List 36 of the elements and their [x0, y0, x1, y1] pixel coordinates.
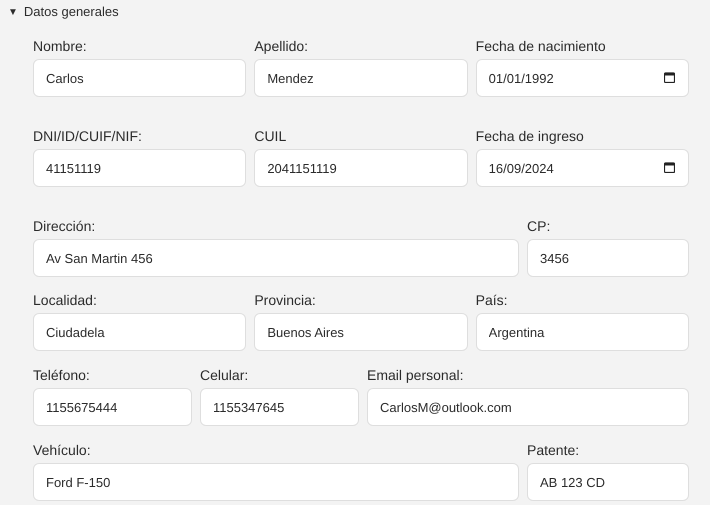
- field-label: CP:: [527, 217, 550, 236]
- field-label: Email personal:: [367, 366, 464, 385]
- field-label: Fecha de nacimiento: [476, 37, 606, 56]
- field-label: Fecha de ingreso: [476, 127, 584, 146]
- field-label: Vehículo:: [33, 441, 91, 460]
- section-title[interactable]: Datos generales: [24, 2, 119, 22]
- input-field[interactable]: Carlos: [33, 59, 246, 97]
- field-label: Localidad:: [33, 291, 97, 310]
- input-field[interactable]: 41151119: [33, 149, 246, 187]
- input-field[interactable]: AB 123 CD: [527, 463, 689, 501]
- field-label: Nombre:: [33, 37, 87, 56]
- field-label: CUIL: [254, 127, 286, 146]
- input-field[interactable]: Ford F-150: [33, 463, 519, 501]
- input-field[interactable]: Av San Martin 456: [33, 239, 519, 277]
- field-label: Teléfono:: [33, 366, 90, 385]
- input-field[interactable]: 1155347645: [200, 388, 359, 426]
- input-field[interactable]: 3456: [527, 239, 689, 277]
- field-label: Celular:: [200, 366, 248, 385]
- calendar-icon[interactable]: [664, 72, 675, 83]
- input-field[interactable]: Buenos Aires: [254, 313, 468, 351]
- input-field[interactable]: 2041151119: [254, 149, 468, 187]
- field-label: Apellido:: [254, 37, 308, 56]
- calendar-icon[interactable]: [664, 162, 675, 173]
- field-label: Dirección:: [33, 217, 96, 236]
- input-field[interactable]: CarlosM@outlook.com: [367, 388, 689, 426]
- date-field[interactable]: 01/01/1992: [476, 59, 689, 97]
- field-label: País:: [476, 291, 508, 310]
- input-field[interactable]: 1155675444: [33, 388, 192, 426]
- input-field[interactable]: Argentina: [476, 313, 689, 351]
- input-field[interactable]: Mendez: [254, 59, 468, 97]
- field-label: DNI/ID/CUIF/NIF:: [33, 127, 142, 146]
- input-field[interactable]: Ciudadela: [33, 313, 246, 351]
- field-label: Patente:: [527, 441, 580, 460]
- field-label: Provincia:: [254, 291, 316, 310]
- collapse-toggle[interactable]: ▼: [8, 4, 18, 20]
- date-field[interactable]: 16/09/2024: [476, 149, 689, 187]
